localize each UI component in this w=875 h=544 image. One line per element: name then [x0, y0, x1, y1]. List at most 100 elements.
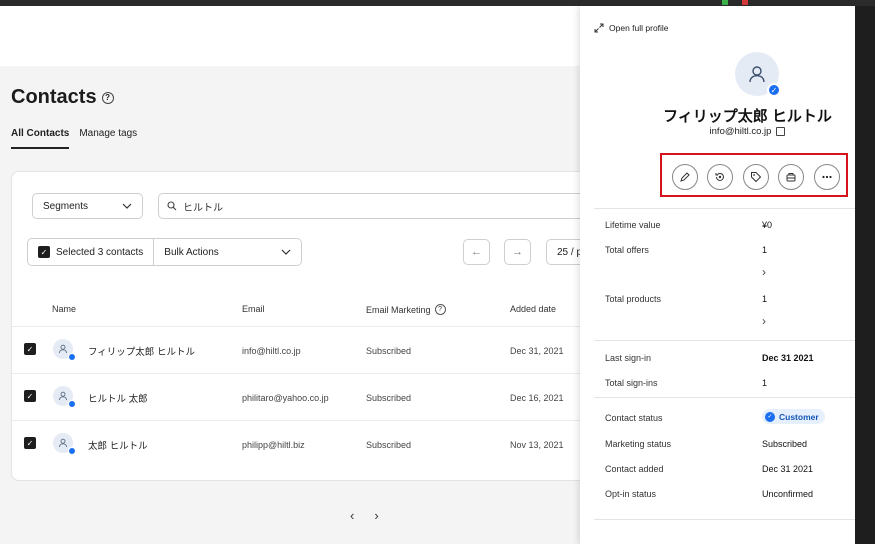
per-page-select[interactable]: 25 / p — [546, 239, 580, 265]
more-button[interactable] — [814, 164, 840, 190]
contact-added-date: Dec 16, 2021 — [510, 393, 564, 403]
copy-icon[interactable] — [776, 127, 786, 136]
tab-manage-tags[interactable]: Manage tags — [79, 128, 137, 149]
tabs: All Contacts Manage tags — [11, 128, 137, 149]
chevron-left-icon[interactable]: ‹ — [350, 508, 354, 523]
page-title-text: Contacts — [11, 86, 97, 108]
contact-name-heading: フィリップ太郎 ヒルトル — [663, 108, 832, 125]
total-offers-value: 1 — [762, 245, 768, 255]
help-icon[interactable]: ? — [101, 91, 114, 104]
status-dot-red — [742, 0, 748, 5]
contact-email: philitaro@yahoo.co.jp — [242, 393, 329, 403]
history-button[interactable] — [707, 164, 733, 190]
row-checkbox[interactable]: ✓ — [24, 390, 36, 402]
bottom-pagination: ‹ › — [350, 508, 379, 523]
avatar — [53, 339, 76, 361]
tag-button[interactable] — [743, 164, 769, 190]
lifetime-value-label: Lifetime value — [605, 220, 661, 230]
verified-badge-icon — [68, 353, 76, 361]
contact-email: philipp@hiltl.biz — [242, 440, 305, 450]
table-row[interactable]: ✓ フィリップ太郎 ヒルトル info@hiltl.co.jp Subscrib… — [12, 327, 580, 373]
chevron-down-icon — [281, 249, 291, 255]
window-edge — [855, 6, 875, 544]
table-row[interactable]: ✓ 太郎 ヒルトル philipp@hiltl.biz Subscribed N… — [12, 421, 580, 467]
contact-status-label: Contact status — [605, 413, 663, 423]
edit-icon — [680, 172, 690, 182]
divider — [594, 397, 855, 398]
divider — [594, 208, 855, 209]
column-header-email-marketing[interactable]: Email Marketing ? — [366, 304, 446, 315]
person-icon — [59, 344, 67, 354]
verified-badge-icon — [68, 400, 76, 408]
verified-badge-icon — [68, 447, 76, 455]
segments-dropdown[interactable]: Segments — [32, 193, 143, 219]
person-icon — [59, 391, 67, 401]
selected-label: Selected 3 contacts — [56, 246, 144, 258]
last-signin-value: Dec 31 2021 — [762, 353, 814, 363]
contact-detail-panel: Open full profile ✓ フィリップ太郎 ヒルトル info@hi… — [580, 6, 855, 544]
contacts-page: Contacts ? All Contacts Manage tags Segm… — [0, 6, 580, 544]
contact-marketing: Subscribed — [366, 393, 412, 403]
status-badge: ✓ Customer — [762, 409, 825, 424]
next-page-button[interactable]: → — [504, 239, 531, 265]
select-all-checkbox[interactable]: ✓ — [38, 246, 50, 258]
more-icon — [822, 175, 832, 179]
contact-marketing: Subscribed — [366, 346, 412, 356]
edit-button[interactable] — [672, 164, 698, 190]
bulk-actions-dropdown[interactable]: Bulk Actions — [154, 239, 301, 265]
divider — [594, 519, 855, 520]
contact-marketing: Subscribed — [366, 440, 412, 450]
history-icon — [715, 172, 724, 181]
contact-name[interactable]: フィリップ太郎 ヒルトル — [88, 344, 195, 358]
last-signin-label: Last sign-in — [605, 353, 652, 363]
verified-badge-icon: ✓ — [767, 83, 781, 97]
contact-added-date: Dec 31, 2021 — [510, 346, 564, 356]
bulk-actions-label: Bulk Actions — [164, 246, 219, 258]
optin-status-value: Unconfirmed — [762, 489, 814, 499]
search-field[interactable] — [158, 193, 580, 219]
chevron-right-icon[interactable]: › — [762, 265, 766, 279]
tag-icon — [751, 172, 762, 183]
search-input[interactable] — [183, 200, 580, 212]
segments-label: Segments — [43, 200, 89, 212]
marketing-status-label: Marketing status — [605, 439, 672, 449]
marketing-status-value: Subscribed — [762, 439, 808, 449]
row-checkbox[interactable]: ✓ — [24, 437, 36, 449]
contact-added-value: Dec 31 2021 — [762, 464, 814, 474]
selected-contacts[interactable]: ✓ Selected 3 contacts — [28, 239, 155, 265]
handshake-icon — [786, 173, 796, 182]
expand-icon — [594, 23, 604, 33]
status-badge-label: Customer — [779, 411, 819, 422]
tab-all-contacts[interactable]: All Contacts — [11, 128, 70, 149]
contact-name[interactable]: ヒルトル 太郎 — [88, 391, 148, 405]
contact-email-row: info@hiltl.co.jp — [580, 126, 855, 137]
total-offers-label: Total offers — [605, 245, 649, 255]
contact-email: info@hiltl.co.jp — [242, 346, 301, 356]
status-dot-green — [722, 0, 728, 5]
divider — [594, 340, 855, 341]
action-buttons-highlight — [660, 153, 848, 197]
open-full-profile-link[interactable]: Open full profile — [594, 23, 669, 33]
contact-name[interactable]: 太郎 ヒルトル — [88, 438, 148, 452]
lifetime-value: ¥0 — [762, 220, 773, 230]
optin-status-label: Opt-in status — [605, 489, 657, 499]
contact-added-date: Nov 13, 2021 — [510, 440, 564, 450]
row-checkbox[interactable]: ✓ — [24, 343, 36, 355]
column-header-email[interactable]: Email — [242, 304, 265, 314]
help-icon[interactable]: ? — [434, 304, 446, 315]
avatar — [53, 433, 76, 455]
deal-button[interactable] — [778, 164, 804, 190]
column-header-name[interactable]: Name — [52, 304, 76, 314]
avatar: ✓ — [735, 52, 781, 97]
column-header-added-date[interactable]: Added date — [510, 304, 556, 314]
contact-email-text: info@hiltl.co.jp — [709, 126, 772, 137]
total-products-value: 1 — [762, 294, 768, 304]
chevron-right-icon[interactable]: › — [762, 314, 766, 328]
chevron-right-icon[interactable]: › — [374, 508, 378, 523]
search-icon — [167, 201, 177, 211]
person-icon — [59, 438, 67, 448]
table-row[interactable]: ✓ ヒルトル 太郎 philitaro@yahoo.co.jp Subscrib… — [12, 374, 580, 420]
email-marketing-label: Email Marketing — [366, 304, 431, 315]
prev-page-button[interactable]: ← — [463, 239, 490, 265]
total-products-label: Total products — [605, 294, 662, 304]
